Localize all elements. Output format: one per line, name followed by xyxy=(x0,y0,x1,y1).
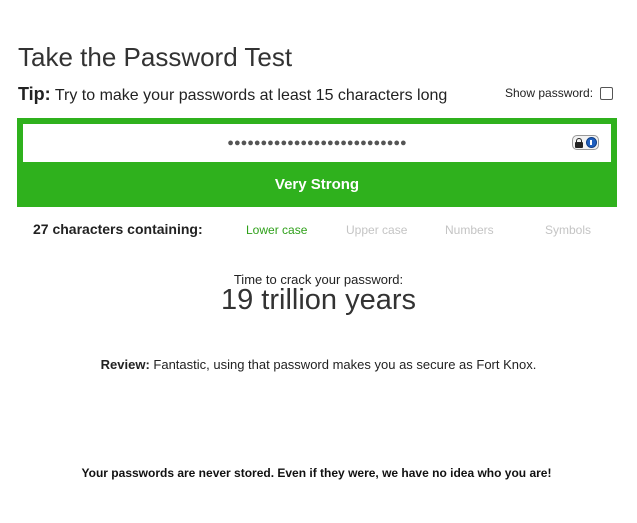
tip-label: Tip: xyxy=(18,84,51,104)
password-test-panel: ●●●●●●●●●●●●●●●●●●●●●●●●●●● Very Strong xyxy=(17,118,617,207)
review-label: Review: xyxy=(100,357,150,372)
char-type-lower-case: Lower case xyxy=(246,223,308,237)
review-text: Fantastic, using that password makes you… xyxy=(149,357,537,372)
tip: Tip: Try to make your passwords at least… xyxy=(18,84,447,105)
character-summary: 27 characters containing: Lower case Upp… xyxy=(33,221,613,241)
char-type-symbols: Symbols xyxy=(545,223,592,237)
lock-icon xyxy=(574,137,583,148)
show-password-toggle[interactable]: Show password: xyxy=(505,86,614,100)
show-password-checkbox[interactable] xyxy=(600,86,614,100)
strength-label: Very Strong xyxy=(274,176,360,193)
password-masked-value: ●●●●●●●●●●●●●●●●●●●●●●●●●●● xyxy=(227,137,407,149)
char-type-upper-case: Upper case xyxy=(346,223,408,237)
tip-text: Try to make your passwords at least 15 c… xyxy=(50,87,448,104)
review: Review: Fantastic, using that password m… xyxy=(0,357,637,372)
privacy-note: Your passwords are never stored. Even if… xyxy=(81,466,552,480)
show-password-label: Show password: xyxy=(505,86,594,100)
password-input[interactable]: ●●●●●●●●●●●●●●●●●●●●●●●●●●● xyxy=(23,124,611,162)
crack-time-value: 19 trillion years xyxy=(220,284,417,316)
password-manager-widget[interactable] xyxy=(572,135,599,150)
password-manager-key-icon[interactable] xyxy=(585,137,597,148)
page-title: Take the Password Test xyxy=(18,42,293,72)
character-count: 27 characters containing: xyxy=(33,221,203,237)
char-type-numbers: Numbers xyxy=(445,223,494,237)
